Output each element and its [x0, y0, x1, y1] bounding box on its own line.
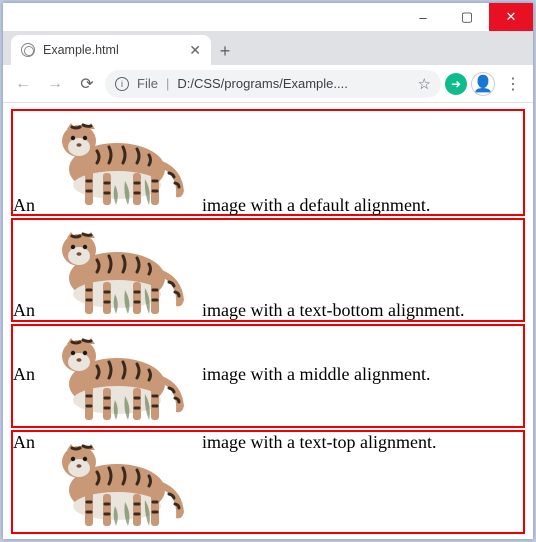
example-row-text-bottom: An image with a text-bottom alignment. [11, 218, 525, 322]
reload-button[interactable]: ⟳ [73, 70, 101, 98]
row-suffix: image with a middle alignment. [202, 364, 430, 384]
url-separator: | [166, 76, 169, 91]
bookmark-star-icon[interactable]: ☆ [418, 75, 431, 93]
browser-tab[interactable]: Example.html ✕ [11, 35, 211, 65]
kebab-menu-icon[interactable]: ⋮ [499, 74, 527, 94]
window-close-button[interactable]: ✕ [489, 3, 533, 31]
row-suffix: image with a text-top alignment. [202, 432, 436, 452]
forward-button[interactable]: → [41, 70, 69, 98]
tiger-image [37, 111, 192, 211]
new-tab-button[interactable]: + [211, 37, 239, 65]
extension-icon[interactable]: ➜ [445, 73, 467, 95]
row-prefix: An [13, 300, 35, 320]
row-suffix: image with a text-bottom alignment. [202, 300, 464, 320]
page-content: An image with a default alignment. An imag… [3, 103, 533, 539]
url-text: D:/CSS/programs/Example.... [177, 76, 348, 91]
window-titlebar: – ▢ ✕ [3, 3, 533, 31]
tab-close-icon[interactable]: ✕ [189, 42, 201, 59]
back-button[interactable]: ← [9, 70, 37, 98]
example-row-text-top: An image with a text-top alignment. [11, 430, 525, 534]
profile-avatar-icon[interactable]: 👤 [471, 72, 495, 96]
row-prefix: An [13, 195, 35, 215]
tiger-image [37, 326, 192, 426]
window-maximize-button[interactable]: ▢ [445, 3, 489, 31]
url-scheme-label: File [137, 76, 158, 91]
row-suffix: image with a default alignment. [202, 195, 430, 215]
tiger-image [37, 432, 192, 532]
tiger-image [37, 220, 192, 320]
browser-window: – ▢ ✕ Example.html ✕ + ← → ⟳ i File | D:… [3, 3, 533, 539]
browser-toolbar: ← → ⟳ i File | D:/CSS/programs/Example..… [3, 65, 533, 103]
tab-title: Example.html [43, 43, 119, 57]
window-minimize-button[interactable]: – [401, 3, 445, 31]
example-row-default: An image with a default alignment. [11, 109, 525, 216]
tab-strip: Example.html ✕ + [3, 31, 533, 65]
row-prefix: An [13, 432, 35, 452]
globe-icon [21, 43, 35, 57]
example-row-middle: An image with a middle alignment. [11, 324, 525, 428]
row-prefix: An [13, 364, 35, 384]
site-info-icon[interactable]: i [115, 77, 129, 91]
address-bar[interactable]: i File | D:/CSS/programs/Example.... ☆ [105, 70, 441, 98]
